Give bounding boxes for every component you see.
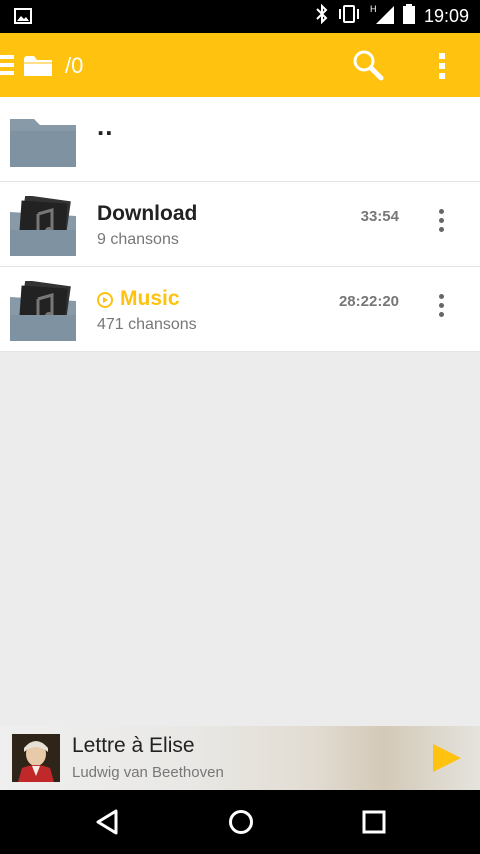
list-item-parent[interactable]: .. (0, 97, 480, 182)
search-icon[interactable] (352, 49, 384, 86)
home-icon[interactable] (227, 808, 255, 841)
item-duration: 33:54 (360, 208, 399, 225)
list-item-download[interactable]: Download 9 chansons 33:54 (0, 182, 480, 267)
battery-icon (402, 4, 415, 29)
overflow-menu-icon[interactable] (432, 51, 452, 81)
item-name: Music (120, 287, 180, 310)
item-song-count: 471 chansons (97, 316, 197, 333)
vibrate-icon (337, 5, 361, 28)
parent-folder-label: .. (97, 111, 114, 141)
music-folder-icon (8, 195, 78, 263)
item-duration: 28:22:20 (338, 293, 399, 310)
item-more-icon[interactable] (434, 208, 450, 234)
status-bar: H 19:09 (0, 0, 480, 33)
now-playing-bar[interactable]: Lettre à Elise Ludwig van Beethoven (0, 726, 480, 790)
clock: 19:09 (423, 6, 469, 26)
item-song-count: 9 chansons (97, 231, 179, 248)
navigation-bar (0, 790, 480, 854)
item-name: Download (97, 202, 198, 225)
item-more-icon[interactable] (434, 293, 450, 319)
play-icon[interactable] (430, 742, 462, 779)
now-playing-indicator-icon (97, 292, 113, 308)
music-folder-icon (8, 280, 78, 348)
back-icon[interactable] (94, 808, 120, 841)
image-icon (14, 8, 32, 29)
track-artist: Ludwig van Beethoven (72, 764, 224, 781)
recents-icon[interactable] (361, 808, 387, 841)
svg-text:H: H (370, 4, 377, 14)
signal-h-icon: H (370, 4, 394, 29)
folder-icon (23, 52, 53, 83)
list-item-music[interactable]: Music 471 chansons 28:22:20 (0, 267, 480, 352)
current-path: /0 (65, 53, 84, 78)
bluetooth-icon (316, 3, 328, 29)
album-art[interactable] (12, 734, 60, 782)
folder-icon (8, 111, 78, 174)
track-title: Lettre à Elise (72, 734, 195, 757)
app-bar: /0 (0, 33, 480, 97)
folder-list: .. Download 9 chansons 33:54 Music 471 c… (0, 97, 480, 352)
menu-icon[interactable] (0, 53, 14, 77)
